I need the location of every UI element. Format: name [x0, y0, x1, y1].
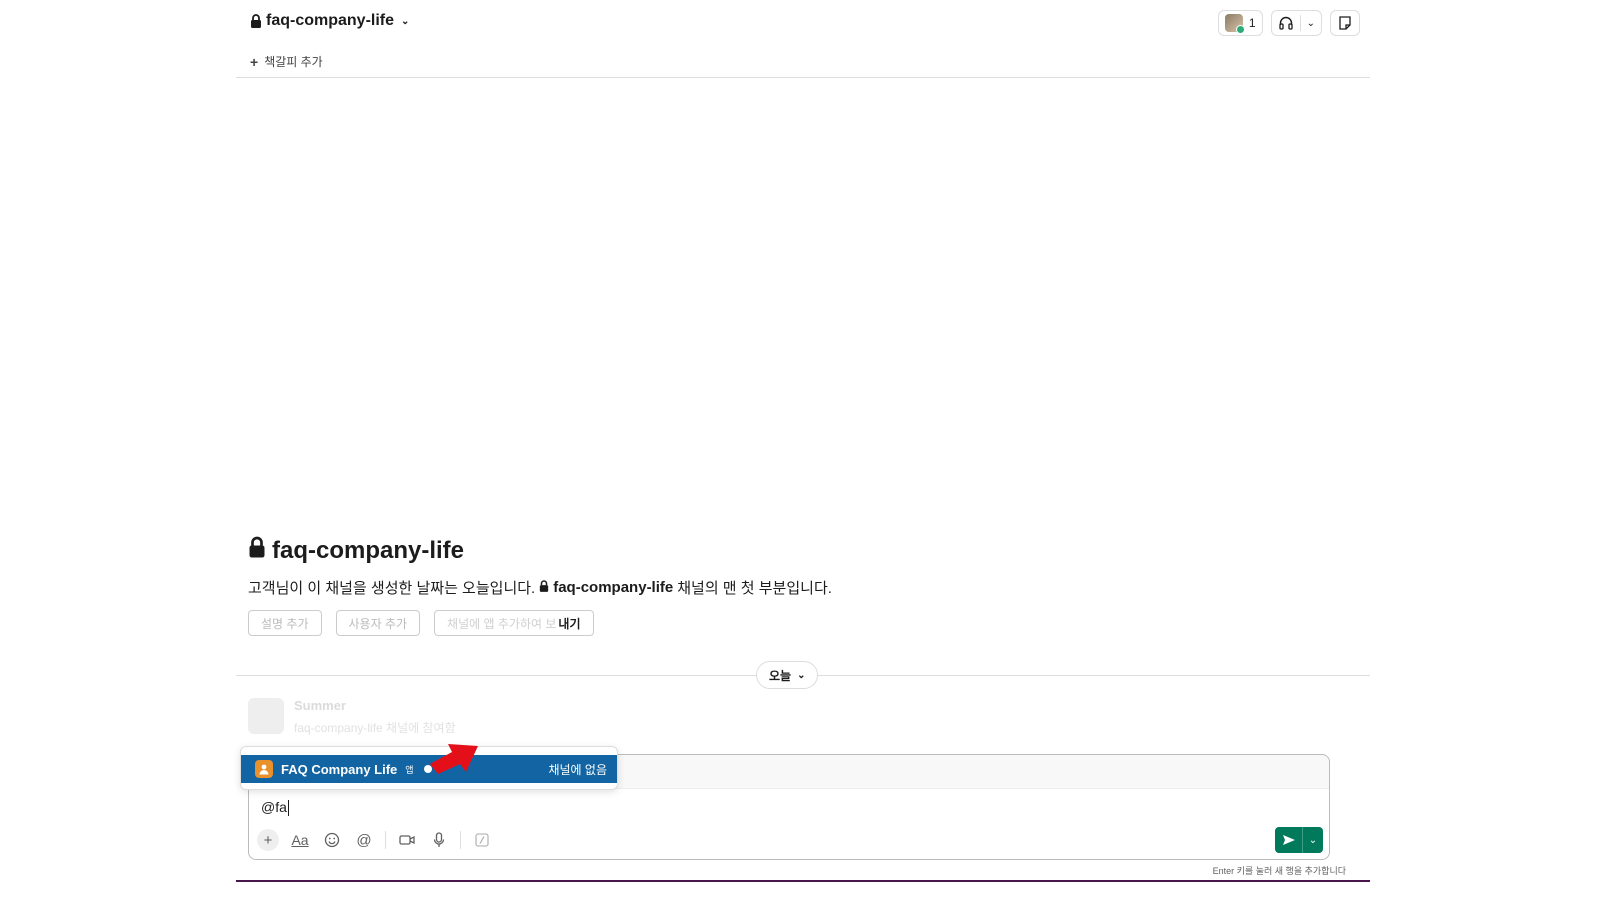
intro-desc-channel[interactable]: faq-company-life [553, 579, 673, 596]
mention-option-name: FAQ Company Life [281, 761, 398, 777]
video-button[interactable] [396, 829, 418, 851]
mention-option-note: 채널에 없음 [548, 762, 607, 777]
chevron-down-icon: ⌄ [1308, 834, 1318, 846]
avatar [248, 698, 284, 734]
button-label: 내기 [558, 616, 581, 631]
at-icon: @ [356, 831, 372, 849]
person-icon [259, 764, 269, 775]
send-icon [1282, 835, 1295, 845]
add-people-button[interactable]: 사용자 추가 [335, 610, 421, 636]
attach-plus-button[interactable]: + [257, 829, 279, 851]
channel-intro: faq-company-life 고객님이 이 채널을 생성한 날짜는 오늘입니… [248, 536, 832, 598]
microphone-icon [433, 832, 445, 847]
channel-view: faq-company-life ⌄ + 책갈피 추가 1 ⌄ faq-comp… [236, 0, 1370, 900]
plus-icon: + [250, 53, 259, 70]
intro-actions: 설명 추가 사용자 추가 채널에 앱 추가하여 보 내기 [248, 610, 594, 636]
divider [1299, 15, 1301, 31]
format-text-button[interactable]: Aa [289, 829, 311, 851]
channel-name: faq-company-life [266, 12, 395, 29]
avatar [1224, 14, 1245, 34]
app-badge: 앱 [405, 764, 414, 775]
mention-button[interactable]: @ [353, 829, 375, 851]
video-icon [399, 835, 415, 845]
divider [385, 831, 386, 849]
button-label: 설명 추가 [261, 616, 309, 631]
channel-title-button[interactable]: faq-company-life ⌄ [250, 12, 409, 30]
avatar [255, 760, 273, 778]
members-button[interactable]: 1 [1217, 10, 1263, 36]
message-text: faq-company-life 채널에 참여함 [294, 721, 456, 735]
chevron-down-icon: ⌄ [1306, 17, 1315, 29]
button-label: 사용자 추가 [348, 616, 408, 631]
emoji-button[interactable] [321, 829, 343, 851]
text-caret [287, 800, 289, 817]
chevron-down-icon: ⌄ [401, 15, 410, 27]
intro-description: 고객님이 이 채널을 생성한 날짜는 오늘입니다. faq-company-li… [248, 577, 832, 598]
send-button[interactable] [1275, 827, 1303, 853]
canvas-button[interactable] [1330, 10, 1360, 36]
text-format-icon: Aa [291, 832, 309, 848]
chevron-down-icon: ⌄ [797, 669, 806, 681]
button-label-faded: 채널에 앱 추가하여 보 [447, 616, 557, 631]
lock-icon [539, 579, 549, 596]
lock-icon [248, 536, 266, 565]
date-jump-button[interactable]: 오늘 ⌄ [756, 661, 819, 689]
composer-hint: Enter 키를 눌러 새 행을 추가합니다 [1212, 866, 1346, 876]
date-label: 오늘 [769, 668, 792, 683]
huddle-button[interactable]: ⌄ [1270, 10, 1322, 36]
add-bookmark-label: 책갈피 추가 [264, 55, 323, 69]
add-app-button[interactable]: 채널에 앱 추가하여 보 내기 [434, 610, 594, 636]
headphones-icon [1278, 15, 1294, 31]
composer-toolbar: + Aa @ [257, 829, 493, 851]
header-actions: 1 ⌄ [1217, 10, 1360, 36]
slash-command-icon [475, 833, 489, 847]
emoji-icon [324, 832, 340, 848]
intro-desc-suffix: 채널의 맨 첫 부분입니다. [677, 580, 832, 597]
message-input-text: @fa [261, 799, 287, 815]
red-arrow-annotation [430, 744, 478, 774]
intro-desc-prefix: 고객님이 이 채널을 생성한 날짜는 오늘입니다. [248, 580, 536, 597]
send-button-group: ⌄ [1275, 827, 1323, 853]
message: Summer faq-company-life 채널에 참여함 [248, 698, 456, 736]
add-bookmark-button[interactable]: + 책갈피 추가 [250, 53, 323, 70]
member-count: 1 [1248, 16, 1256, 30]
canvas-icon [1337, 15, 1353, 31]
message-input[interactable]: @fa [261, 799, 289, 817]
schedule-send-button[interactable]: ⌄ [1303, 835, 1323, 846]
window-bottom-border [236, 880, 1370, 882]
shortcuts-button[interactable] [471, 829, 493, 851]
lock-icon [250, 14, 262, 28]
add-description-button[interactable]: 설명 추가 [248, 610, 322, 636]
channel-header: faq-company-life ⌄ + 책갈피 추가 1 ⌄ [236, 0, 1370, 78]
intro-channel-name: faq-company-life [272, 536, 465, 564]
message-author: Summer [294, 698, 347, 713]
divider [460, 831, 461, 849]
intro-title: faq-company-life [248, 536, 832, 565]
audio-button[interactable] [428, 829, 450, 851]
